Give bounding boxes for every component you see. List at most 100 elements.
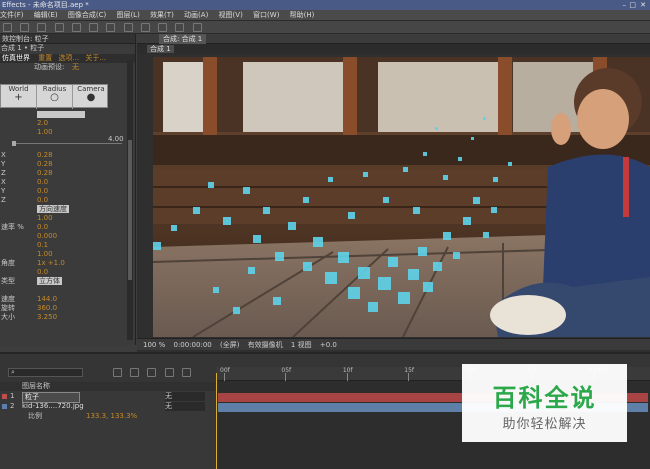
param-row[interactable] xyxy=(0,286,128,295)
param-row[interactable]: X 0.0 xyxy=(0,178,128,187)
motion-blur-icon[interactable] xyxy=(181,368,191,377)
menu-animation[interactable]: 动画(A) xyxy=(184,10,208,21)
effects-scrollbar[interactable] xyxy=(127,60,133,340)
menu-composition[interactable]: 图像合成(C) xyxy=(68,10,106,21)
shy-layers-icon[interactable] xyxy=(147,368,157,377)
param-dropdown-row[interactable] xyxy=(0,110,128,119)
camera-dropdown[interactable]: 有效摄像机 xyxy=(248,341,283,349)
timeline-search-input[interactable]: ⌕ xyxy=(8,368,83,377)
param-value[interactable]: 0.28 xyxy=(37,160,53,169)
param-row[interactable]: 大小 3.250 xyxy=(0,313,128,322)
maximize-button[interactable]: □ xyxy=(629,0,636,10)
param-value[interactable]: 1.00 xyxy=(37,128,53,137)
selection-tool-icon[interactable] xyxy=(3,23,12,32)
parent-dropdown[interactable]: 无 xyxy=(165,392,205,401)
parent-dropdown[interactable]: 无 xyxy=(165,402,205,411)
resolution-dropdown[interactable]: (全屏) xyxy=(220,341,239,349)
text-tool-icon[interactable] xyxy=(123,23,133,32)
reset-link[interactable]: 重置 xyxy=(38,54,52,62)
minimize-button[interactable]: – xyxy=(623,0,627,10)
param-row[interactable]: 2.0 xyxy=(0,119,128,128)
tab-composition[interactable]: 合成: 合成 1 xyxy=(159,34,207,44)
effect-header[interactable]: 仿真世界 重置 选项... 关于... xyxy=(0,54,135,63)
param-value[interactable]: 0.0 xyxy=(37,178,48,187)
pan-behind-tool-icon[interactable] xyxy=(89,23,99,32)
menu-view[interactable]: 视图(V) xyxy=(219,10,243,21)
pen-tool-icon[interactable] xyxy=(106,23,116,32)
param-value[interactable]: 1.00 xyxy=(37,214,53,223)
param-value[interactable]: 0.28 xyxy=(37,151,53,160)
puppet-tool-icon[interactable] xyxy=(192,23,202,32)
param-slider-track[interactable] xyxy=(12,143,122,144)
layer-row[interactable]: 1 粒子 无 xyxy=(0,392,215,403)
param-row[interactable]: 0.000 xyxy=(0,232,128,241)
param-slider-handle[interactable] xyxy=(12,141,16,146)
param-value[interactable]: 0.1 xyxy=(37,241,48,250)
menu-help[interactable]: 帮助(H) xyxy=(290,10,315,21)
hand-tool-icon[interactable] xyxy=(20,23,30,32)
param-value[interactable]: 360.0 xyxy=(37,304,57,313)
param-dropdown[interactable]: 立方体 xyxy=(37,277,62,285)
composition-viewer[interactable] xyxy=(153,57,650,337)
param-value[interactable]: 0.0 xyxy=(37,223,48,232)
param-row[interactable]: 1.00 xyxy=(0,250,128,259)
param-value[interactable]: 0.28 xyxy=(37,169,53,178)
scrollbar-thumb[interactable] xyxy=(128,140,132,280)
options-link[interactable]: 选项... xyxy=(58,54,79,62)
layer-row[interactable]: 2 kid-136....720.jpg 无 xyxy=(0,402,215,411)
param-row[interactable]: 速度 144.0 xyxy=(0,295,128,304)
param-row[interactable]: 方向速度 xyxy=(0,205,128,214)
exposure-value[interactable]: +0.0 xyxy=(320,341,337,349)
about-link[interactable]: 关于... xyxy=(85,54,106,62)
timecode-display[interactable]: 0:00:00:00 xyxy=(173,341,211,349)
param-value[interactable]: 0.0 xyxy=(37,196,48,205)
param-row[interactable]: Y 0.0 xyxy=(0,187,128,196)
param-value[interactable]: 3.250 xyxy=(37,313,57,322)
menu-edit[interactable]: 编辑(E) xyxy=(34,10,58,21)
radius-button[interactable]: Radius ○ xyxy=(37,85,73,109)
menu-effect[interactable]: 效果(T) xyxy=(150,10,174,21)
param-value[interactable]: 1x +1.0 xyxy=(37,259,65,268)
param-value[interactable]: 0.0 xyxy=(37,268,48,277)
view-layout-dropdown[interactable]: 1 视图 xyxy=(291,341,312,349)
zoom-dropdown[interactable]: 100 % xyxy=(143,341,165,349)
rotate-tool-icon[interactable] xyxy=(54,23,64,32)
param-dropdown[interactable]: 方向速度 xyxy=(37,205,69,213)
close-button[interactable]: ✕ xyxy=(640,0,646,10)
param-value[interactable]: 0.000 xyxy=(37,232,57,241)
zoom-tool-icon[interactable] xyxy=(37,23,47,32)
camera-button[interactable]: Camera ● xyxy=(73,85,109,109)
layer-name[interactable]: kid-136....720.jpg xyxy=(22,402,84,411)
param-dropdown[interactable] xyxy=(37,111,85,118)
param-row[interactable]: 旋转 360.0 xyxy=(0,304,128,313)
param-row[interactable]: Y 0.28 xyxy=(0,160,128,169)
eraser-tool-icon[interactable] xyxy=(175,23,185,32)
preset-dropdown[interactable]: 无 xyxy=(72,63,79,72)
param-row[interactable]: Z 0.0 xyxy=(0,196,128,205)
playhead[interactable] xyxy=(216,373,217,469)
param-row[interactable]: 类型 立方体 xyxy=(0,277,128,286)
param-row[interactable]: 0.1 xyxy=(0,241,128,250)
menu-window[interactable]: 窗口(W) xyxy=(253,10,279,21)
property-value[interactable]: 133.3, 133.3% xyxy=(86,412,137,421)
camera-tool-icon[interactable] xyxy=(71,23,81,32)
menu-layer[interactable]: 图层(L) xyxy=(116,10,139,21)
param-value[interactable]: 144.0 xyxy=(37,295,57,304)
slider-row[interactable]: 4.00 xyxy=(0,135,128,151)
effect-controls-tab[interactable]: 效控制台: 粒子 xyxy=(0,34,135,44)
param-row[interactable]: 1.00 xyxy=(0,214,128,223)
param-row[interactable]: 角度 1x +1.0 xyxy=(0,259,128,268)
param-value[interactable]: 1.00 xyxy=(37,250,53,259)
param-row[interactable]: Z 0.28 xyxy=(0,169,128,178)
tab-comp-1[interactable]: 合成 1 xyxy=(147,45,174,53)
param-row[interactable]: 速率 % 0.0 xyxy=(0,223,128,232)
param-row[interactable]: X 0.28 xyxy=(0,151,128,160)
param-value[interactable]: 0.0 xyxy=(37,187,48,196)
brush-tool-icon[interactable] xyxy=(140,23,150,32)
draft-3d-icon[interactable] xyxy=(130,368,140,377)
property-row[interactable]: 比例 133.3, 133.3% xyxy=(0,412,215,421)
comp-mini-flowchart-icon[interactable] xyxy=(113,368,122,377)
menu-file[interactable]: 文件(F) xyxy=(0,10,24,21)
world-button[interactable]: World + xyxy=(1,85,37,109)
clone-tool-icon[interactable] xyxy=(158,23,168,32)
